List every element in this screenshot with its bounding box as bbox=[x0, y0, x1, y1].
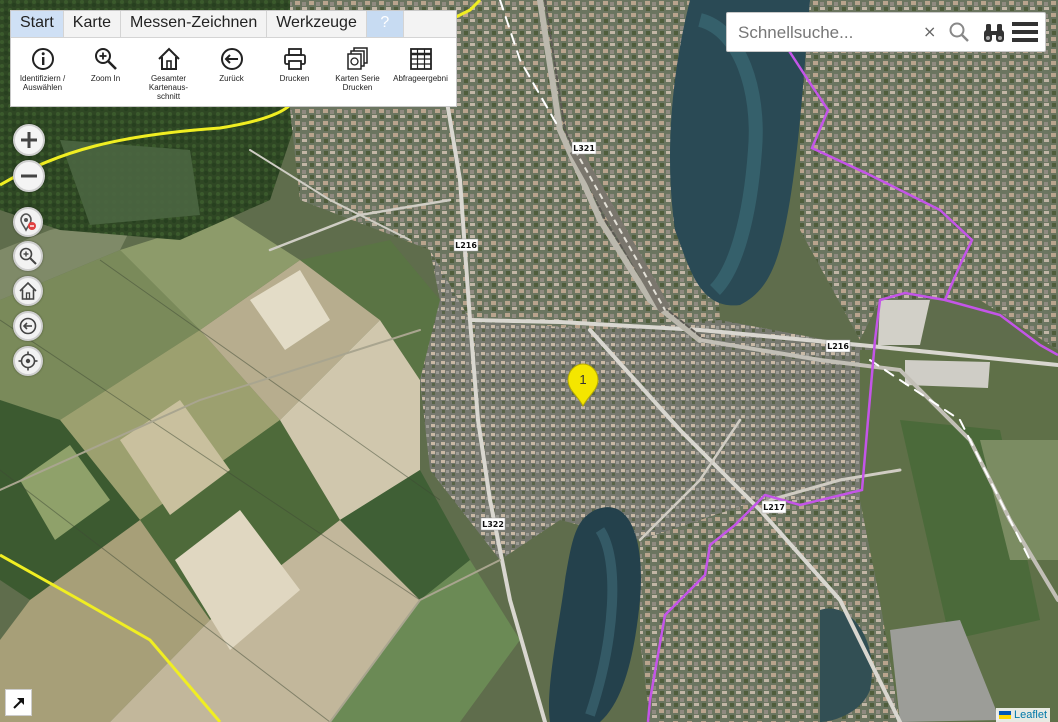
print-series-icon bbox=[346, 47, 368, 70]
zoom-in-tool-label: Zoom In bbox=[90, 74, 121, 83]
search-input[interactable] bbox=[736, 20, 920, 46]
query-results-button[interactable]: Abfrageergebni bbox=[389, 46, 452, 102]
info-icon bbox=[31, 48, 54, 70]
svg-text:L321: L321 bbox=[573, 144, 595, 153]
back-label: Zurück bbox=[219, 74, 244, 83]
map-canvas[interactable]: L321 L216 L216 L322 L217 1 bbox=[0, 0, 1058, 722]
print-button[interactable]: Drucken bbox=[263, 46, 326, 102]
arrow-diagonal-icon bbox=[12, 697, 24, 709]
zoom-out-button[interactable] bbox=[13, 160, 45, 192]
road-label-l216: L216 bbox=[453, 238, 479, 252]
svg-text:L217: L217 bbox=[763, 503, 785, 512]
search-icon[interactable] bbox=[948, 21, 970, 47]
hamburger-menu-icon[interactable] bbox=[1011, 20, 1039, 48]
back-arrow-icon bbox=[220, 48, 243, 70]
svg-text:1: 1 bbox=[579, 372, 586, 387]
printer-icon bbox=[283, 48, 306, 70]
svg-text:L216: L216 bbox=[455, 241, 477, 250]
ribbon-tools: Identifiziern / Auswählen Zoom In Gesamt… bbox=[11, 38, 456, 102]
tab-help[interactable]: ? bbox=[366, 11, 404, 37]
zoom-in-button[interactable] bbox=[13, 124, 45, 156]
tab-messen-zeichnen[interactable]: Messen-Zeichnen bbox=[121, 11, 268, 37]
road-label-l322: L322 bbox=[480, 517, 506, 531]
back-button[interactable]: Zurück bbox=[200, 46, 263, 102]
print-label: Drucken bbox=[279, 74, 310, 83]
query-results-label: Abfrageergebni bbox=[393, 74, 448, 83]
tab-karte[interactable]: Karte bbox=[64, 11, 122, 37]
tab-start[interactable]: Start bbox=[11, 11, 64, 37]
road-label-l217: L217 bbox=[761, 500, 787, 514]
svg-text:L216: L216 bbox=[827, 342, 849, 351]
side-home-button[interactable] bbox=[13, 276, 43, 306]
binoculars-icon[interactable] bbox=[982, 22, 1006, 48]
back-arrow-icon bbox=[19, 317, 37, 335]
locate-button[interactable] bbox=[13, 346, 43, 376]
side-zoom-in-button[interactable] bbox=[13, 241, 43, 271]
print-series-button[interactable]: Karten Serie Drucken bbox=[326, 46, 389, 102]
crosshair-icon bbox=[18, 351, 38, 371]
print-series-label: Karten Serie Drucken bbox=[335, 74, 380, 92]
home-icon bbox=[157, 47, 180, 70]
ribbon-toolbar: Start Karte Messen-Zeichnen Werkzeuge ? … bbox=[10, 10, 457, 107]
clear-icon[interactable]: × bbox=[923, 22, 936, 41]
tab-werkzeuge[interactable]: Werkzeuge bbox=[267, 11, 367, 37]
flag-icon bbox=[999, 711, 1011, 719]
minus-icon bbox=[21, 174, 37, 178]
identify-button[interactable]: Identifiziern / Auswählen bbox=[11, 46, 74, 102]
table-icon bbox=[409, 48, 432, 70]
svg-text:L322: L322 bbox=[482, 520, 504, 529]
full-extent-label: Gesamter Kartenaus-schnitt bbox=[148, 74, 189, 101]
plus-icon bbox=[21, 132, 37, 148]
full-extent-button[interactable]: Gesamter Kartenaus-schnitt bbox=[137, 46, 200, 102]
road-label-l321: L321 bbox=[571, 141, 597, 155]
zoom-in-icon bbox=[94, 48, 117, 70]
identify-label: Identifiziern / Auswählen bbox=[19, 74, 66, 92]
zoom-in-tool-button[interactable]: Zoom In bbox=[74, 46, 137, 102]
road-label-l216-east: L216 bbox=[825, 339, 851, 353]
home-icon bbox=[19, 281, 37, 300]
attribution-text: Leaflet bbox=[1014, 709, 1048, 721]
ribbon-tabs: Start Karte Messen-Zeichnen Werkzeuge ? bbox=[11, 11, 456, 38]
expand-overview-button[interactable] bbox=[5, 689, 32, 716]
leaflet-attribution-link[interactable]: Leaflet bbox=[996, 708, 1051, 722]
location-remove-button[interactable] bbox=[13, 207, 43, 237]
side-back-button[interactable] bbox=[13, 311, 43, 341]
zoom-in-icon bbox=[19, 247, 37, 265]
quick-search-box: × bbox=[726, 12, 1046, 52]
location-pin-icon bbox=[20, 213, 36, 232]
